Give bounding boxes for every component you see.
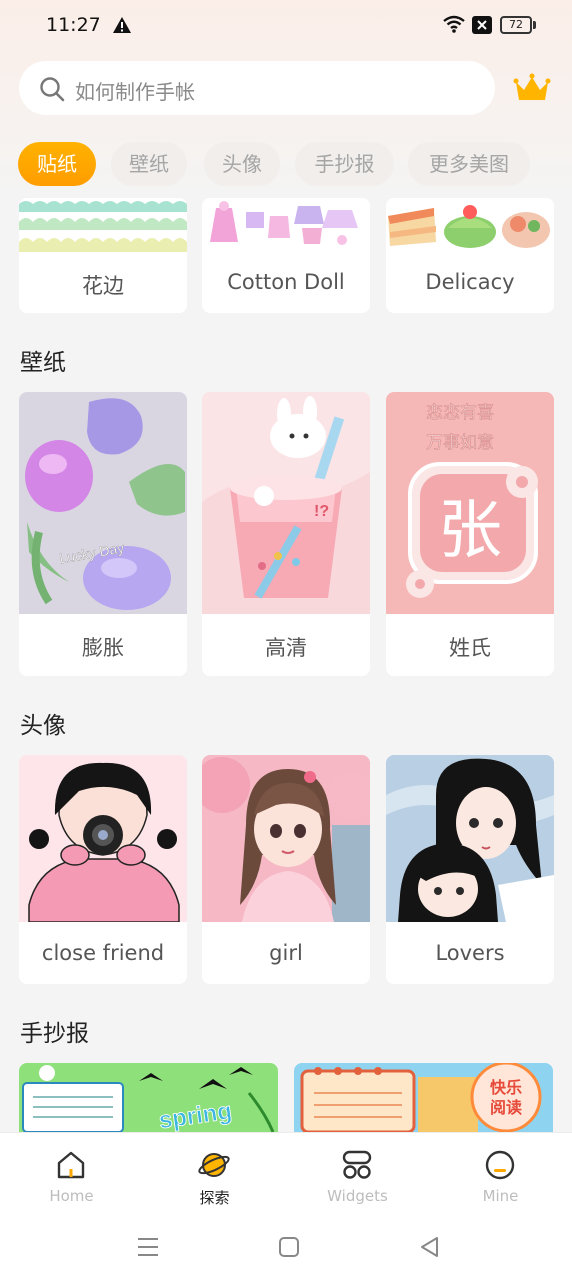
- widgets-icon: [342, 1150, 372, 1179]
- tab-wallpaper[interactable]: 壁纸: [111, 142, 187, 186]
- sticker-label: Delicacy: [425, 270, 515, 294]
- nav-mine[interactable]: Mine: [429, 1133, 572, 1215]
- surname-image-text-middle: 万事如意: [426, 433, 494, 453]
- vip-crown-icon[interactable]: [513, 72, 551, 104]
- sticker-label: 花边: [82, 274, 124, 298]
- wallpaper-label: 姓氏: [449, 636, 491, 660]
- cotton-doll-thumbnail: [202, 198, 370, 254]
- delicacy-thumbnail: [386, 198, 554, 254]
- nav-explore-label: 探索: [199, 1189, 230, 1207]
- warning-icon: [113, 17, 131, 33]
- search-icon: [40, 77, 65, 102]
- surname-image-text-main: 张: [438, 494, 502, 568]
- status-time: 11:27: [46, 14, 101, 36]
- category-tabs: 贴纸 壁纸 头像 手抄报 更多美图: [18, 142, 572, 186]
- lovers-avatar-thumbnail: [386, 755, 554, 922]
- handcopy-card-spring[interactable]: spring: [19, 1063, 278, 1132]
- avatar-label: Lovers: [435, 941, 505, 965]
- wifi-icon: [443, 15, 465, 33]
- nav-widgets[interactable]: Widgets: [286, 1133, 429, 1215]
- avatar-card-lovers[interactable]: Lovers: [386, 755, 554, 984]
- bottom-navigation: Home 探索 Widgets Mine: [0, 1132, 572, 1214]
- mine-icon: [485, 1150, 515, 1180]
- battery-indicator: 72: [500, 16, 536, 34]
- section-title-wallpaper: 壁纸: [20, 350, 66, 376]
- avatar-label: girl: [269, 941, 303, 965]
- reading-image-text-top: 快乐: [490, 1078, 522, 1097]
- spring-handcopy-thumbnail: spring: [19, 1063, 278, 1132]
- explore-planet-icon: [198, 1153, 230, 1177]
- sticker-card-delicacy[interactable]: Delicacy: [386, 198, 554, 313]
- battery-level: 72: [500, 16, 532, 34]
- nav-mine-label: Mine: [482, 1187, 519, 1205]
- wallpaper-card-hd[interactable]: !? 高清: [202, 392, 370, 676]
- avatar-label: close friend: [41, 941, 165, 965]
- wallpaper-card-inflate[interactable]: Lucky Day 膨胀: [19, 392, 187, 676]
- tab-stickers[interactable]: 贴纸: [18, 142, 96, 186]
- reading-image-text-bottom: 阅读: [490, 1098, 522, 1117]
- section-title-handcopy: 手抄报: [20, 1021, 89, 1047]
- lace-thumbnail: [19, 198, 187, 254]
- svg-text:!?: !?: [314, 503, 329, 520]
- sticker-label: Cotton Doll: [227, 270, 345, 294]
- section-title-avatar: 头像: [20, 713, 66, 739]
- nav-home-label: Home: [49, 1187, 94, 1205]
- tab-handcopy[interactable]: 手抄报: [295, 142, 394, 186]
- sim-blocked-icon: [472, 16, 492, 34]
- nav-explore[interactable]: 探索: [143, 1133, 286, 1215]
- tab-more[interactable]: 更多美图: [408, 142, 530, 186]
- hd-wallpaper-thumbnail: !?: [202, 392, 370, 614]
- home-icon: [57, 1151, 85, 1179]
- avatar-card-girl[interactable]: girl: [202, 755, 370, 984]
- surname-image-text-top: 恋恋有喜: [426, 402, 494, 423]
- inflate-wallpaper-thumbnail: Lucky Day: [19, 392, 187, 614]
- recent-apps-icon[interactable]: [135, 1234, 161, 1260]
- wallpaper-label: 膨胀: [82, 636, 124, 660]
- handcopy-card-reading[interactable]: 快乐 阅读: [294, 1063, 553, 1132]
- back-button-icon[interactable]: [417, 1234, 443, 1260]
- search-bar[interactable]: 如何制作手帐: [19, 61, 495, 115]
- home-button-icon[interactable]: [276, 1234, 302, 1260]
- system-navigation-bar: [0, 1214, 572, 1280]
- battery-tip: [533, 21, 536, 29]
- avatar-card-close-friend[interactable]: close friend: [19, 755, 187, 984]
- reading-handcopy-thumbnail: 快乐 阅读: [294, 1063, 553, 1132]
- nav-widgets-label: Widgets: [327, 1187, 388, 1205]
- girl-avatar-thumbnail: [202, 755, 370, 922]
- nav-home[interactable]: Home: [0, 1133, 143, 1215]
- wallpaper-card-surname[interactable]: 恋恋有喜 万事如意 张 姓氏: [386, 392, 554, 676]
- search-input[interactable]: 如何制作手帐: [75, 76, 195, 105]
- sticker-card-cotton-doll[interactable]: Cotton Doll: [202, 198, 370, 313]
- sticker-card-lace[interactable]: 花边: [19, 198, 187, 313]
- surname-wallpaper-thumbnail: 恋恋有喜 万事如意 张: [386, 392, 554, 614]
- tab-avatar[interactable]: 头像: [204, 142, 280, 186]
- close-friend-avatar-thumbnail: [19, 755, 187, 922]
- status-bar: 11:27 72: [0, 0, 572, 52]
- wallpaper-label: 高清: [265, 636, 307, 660]
